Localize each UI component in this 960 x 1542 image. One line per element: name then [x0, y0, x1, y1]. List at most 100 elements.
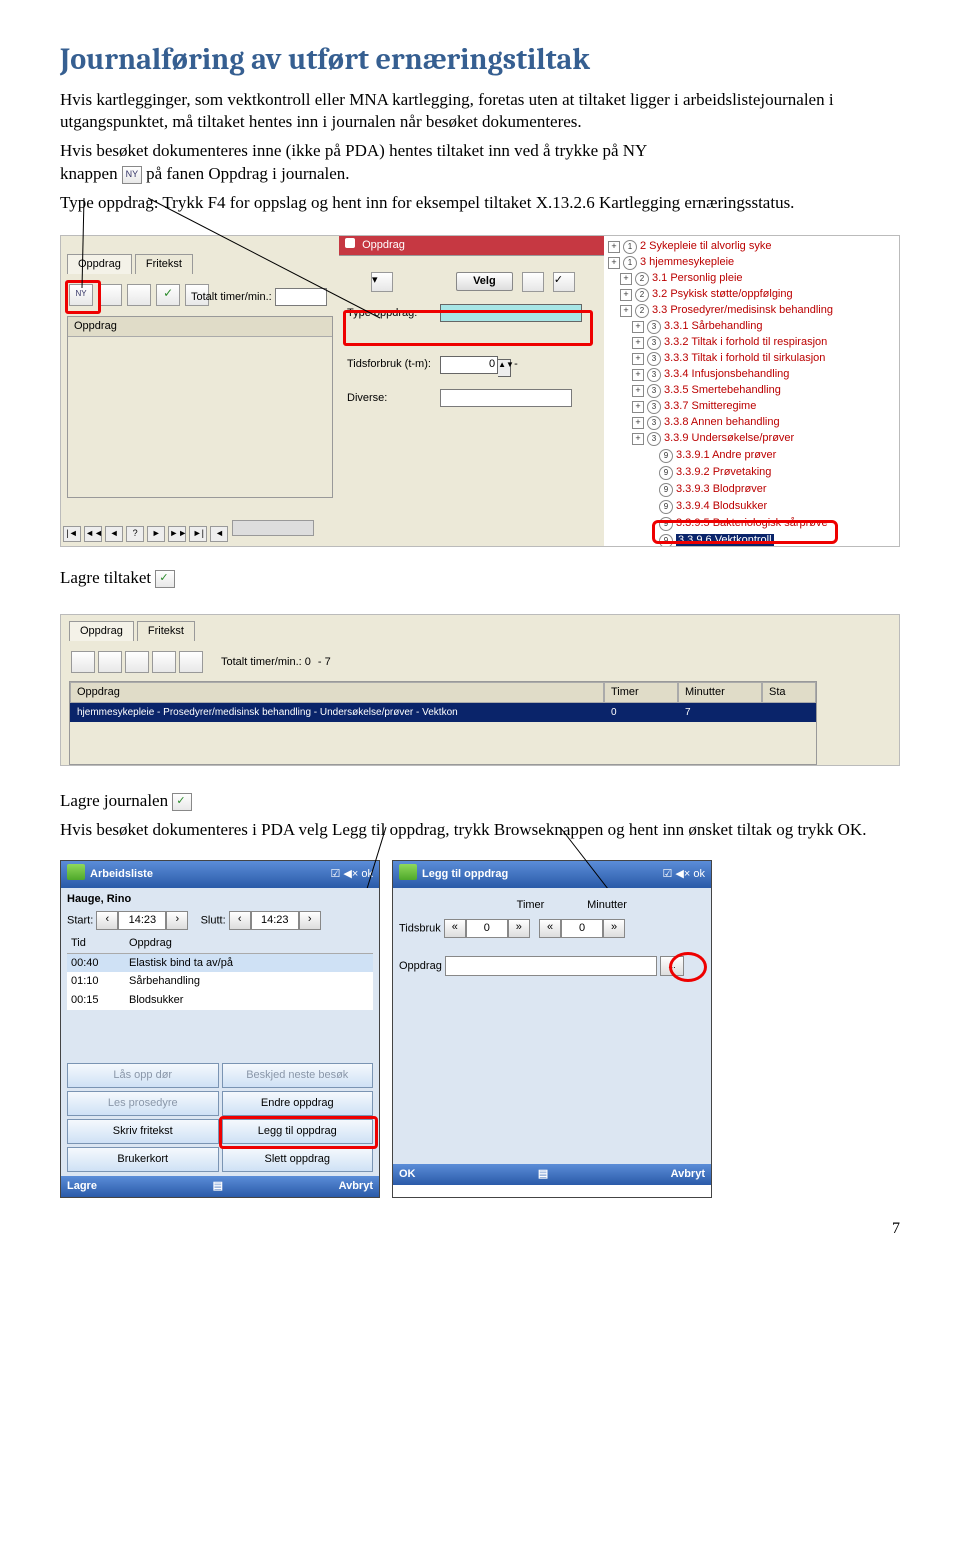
nav-next[interactable]: ►: [147, 526, 165, 542]
selrow-text: hjemmesykepleie - Prosedyrer/medisinsk b…: [70, 703, 604, 723]
pda1-start-dec[interactable]: ‹: [96, 911, 118, 930]
tb2-ny[interactable]: [71, 651, 95, 673]
pda1-btn-fritekst[interactable]: Skriv fritekst: [67, 1119, 219, 1144]
tb2-3[interactable]: [125, 651, 149, 673]
selrow-timer: 0: [604, 703, 678, 723]
pda1-btn-lasopp[interactable]: Lås opp dør: [67, 1063, 219, 1088]
pda2-timer-lbl: Timer: [517, 899, 545, 911]
nav-last[interactable]: ►|: [189, 526, 207, 542]
selected-row[interactable]: hjemmesykepleie - Prosedyrer/medisinsk b…: [70, 703, 816, 723]
tree-item[interactable]: +33.3.4 Infusjonsbehandling: [608, 366, 895, 382]
pda2-m-dec[interactable]: «: [539, 919, 561, 938]
col-minutter: Minutter: [678, 682, 762, 703]
nav-prevpage[interactable]: ◄◄: [84, 526, 102, 542]
lagre-tiltaket-line: Lagre tiltaket: [60, 567, 900, 590]
toolbar-btn-4[interactable]: [156, 284, 180, 306]
pda2-t-inc[interactable]: »: [508, 919, 530, 938]
nav-q[interactable]: ?: [126, 526, 144, 542]
pda1-btn-slett[interactable]: Slett oppdrag: [222, 1147, 374, 1172]
totalt2-in2[interactable]: 7: [325, 656, 335, 668]
nav-nextpage[interactable]: ►►: [168, 526, 186, 542]
diverse-input[interactable]: [440, 389, 572, 407]
pda2-oppdrag-field[interactable]: [445, 956, 657, 976]
tab2-oppdrag[interactable]: Oppdrag: [69, 621, 134, 641]
tidsforbruk-input[interactable]: 0: [440, 356, 498, 374]
pda1-title: Arbeidsliste: [90, 867, 331, 882]
screenshot-oppdrag-panel: Oppdrag Fritekst Totalt timer/min.: Oppd…: [60, 235, 900, 547]
pda1-row-1[interactable]: 01:10Sårbehandling: [67, 972, 373, 991]
pda1-ok[interactable]: ok: [361, 868, 373, 880]
pda1-titlebar: Arbeidsliste ☑ ◀× ok: [61, 861, 379, 888]
pda1-start-val[interactable]: 14:23: [118, 911, 166, 930]
pda2-ok[interactable]: ok: [693, 868, 705, 880]
tree-item[interactable]: +12 Sykepleie til alvorlig syke: [608, 238, 895, 254]
oppdrag-list: Oppdrag: [67, 316, 333, 498]
nav-first[interactable]: |◄: [63, 526, 81, 542]
toolbar-btn-3[interactable]: [127, 284, 151, 306]
tab2-fritekst[interactable]: Fritekst: [137, 621, 195, 641]
tree-item[interactable]: +23.3 Prosedyrer/medisinsk behandling: [608, 302, 895, 318]
mid-btn-check[interactable]: ✓: [553, 272, 575, 292]
mid-btn-copy[interactable]: [522, 272, 544, 292]
totalt-input[interactable]: [275, 288, 327, 306]
tree-item[interactable]: +13 hjemmesykepleie: [608, 254, 895, 270]
p2-text-b: knappen: [60, 164, 118, 183]
col-sta: Sta: [762, 682, 816, 703]
pda1-btn-brukerkort[interactable]: Brukerkort: [67, 1147, 219, 1172]
tree-item[interactable]: +33.3.3 Tiltak i forhold til sirkulasjon: [608, 350, 895, 366]
tree-item[interactable]: +33.3.8 Annen behandling: [608, 414, 895, 430]
nav-scroll-track[interactable]: [232, 520, 314, 536]
ny-icon-inline: NY: [122, 166, 142, 184]
pda1-btn-leggtil[interactable]: Legg til oppdrag: [222, 1119, 374, 1144]
lagre-journalen-text: Lagre journalen: [60, 791, 168, 810]
tree-item[interactable]: +33.3.2 Tiltak i forhold til respirasjon: [608, 334, 895, 350]
tab-fritekst[interactable]: Fritekst: [135, 254, 193, 274]
pda2-foot-ok[interactable]: OK: [399, 1167, 416, 1182]
tree-item[interactable]: +23.2 Psykisk støtte/oppfølging: [608, 286, 895, 302]
pda2-t-dec[interactable]: «: [444, 919, 466, 938]
pda1-btn-endre[interactable]: Endre oppdrag: [222, 1091, 374, 1116]
tab-oppdrag[interactable]: Oppdrag: [67, 254, 132, 274]
pda1-footbar: Lagre ▤ Avbryt: [61, 1176, 379, 1197]
pda1-start-inc[interactable]: ›: [166, 911, 188, 930]
tree-item[interactable]: +33.3.7 Smitteregime: [608, 398, 895, 414]
tb2-5[interactable]: [179, 651, 203, 673]
pda1-start-lbl: Start:: [67, 914, 93, 926]
tree-item[interactable]: +33.3.5 Smertebehandling: [608, 382, 895, 398]
tree-item[interactable]: 93.3.9.3 Blodprøver: [608, 480, 895, 497]
pda1-slutt-dec[interactable]: ‹: [229, 911, 251, 930]
nav-prev[interactable]: ◄: [105, 526, 123, 542]
pda1-foot-avbryt[interactable]: Avbryt: [339, 1179, 373, 1194]
tree-item[interactable]: 93.3.9.4 Blodsukker: [608, 497, 895, 514]
pda2-m-val[interactable]: 0: [561, 919, 603, 938]
tree-item[interactable]: +33.3.1 Sårbehandling: [608, 318, 895, 334]
nav-scroll-l[interactable]: ◄: [210, 526, 228, 542]
totalt-text: Totalt timer/min.:: [191, 291, 272, 303]
toolbar-btn-2[interactable]: [98, 284, 122, 306]
pda2-t-val[interactable]: 0: [466, 919, 508, 938]
highlight-type-oppdrag: [343, 310, 593, 346]
mid-btn-dropdown[interactable]: ▾: [371, 272, 393, 292]
pda1-row-2[interactable]: 00:15Blodsukker: [67, 991, 373, 1010]
pda1-slutt-inc[interactable]: ›: [299, 911, 321, 930]
tree-item[interactable]: 93.3.9.1 Andre prøver: [608, 446, 895, 463]
velg-button[interactable]: Velg: [456, 272, 513, 291]
pda1-btn-lesprosedyre[interactable]: Les prosedyre: [67, 1091, 219, 1116]
tb2-2[interactable]: [98, 651, 122, 673]
tree-item[interactable]: 93.3.9.2 Prøvetaking: [608, 463, 895, 480]
totalt2-in1[interactable]: 0: [305, 656, 315, 668]
pda1-foot-lagre[interactable]: Lagre: [67, 1179, 97, 1194]
pda1-row-0[interactable]: 00:40Elastisk bind ta av/på: [67, 953, 373, 972]
tree-item[interactable]: +33.3.9 Undersøkelse/prøver: [608, 430, 895, 446]
col-timer: Timer: [604, 682, 678, 703]
pda-leggtil: Legg til oppdrag ☑ ◀× ok Timer Minutter …: [392, 860, 712, 1198]
tree-item[interactable]: +23.1 Personlig pleie: [608, 270, 895, 286]
lagre-tiltaket-text: Lagre tiltaket: [60, 568, 151, 587]
pda2-tidsbruk-lbl: Tidsbruk: [399, 922, 441, 934]
pda1-slutt-val[interactable]: 14:23: [251, 911, 299, 930]
page-title: Journalføring av utført ernæringstiltak: [60, 40, 900, 81]
pda2-m-inc[interactable]: »: [603, 919, 625, 938]
pda2-foot-avbryt[interactable]: Avbryt: [671, 1167, 705, 1182]
pda1-btn-beskjed[interactable]: Beskjed neste besøk: [222, 1063, 374, 1088]
tb2-4[interactable]: [152, 651, 176, 673]
